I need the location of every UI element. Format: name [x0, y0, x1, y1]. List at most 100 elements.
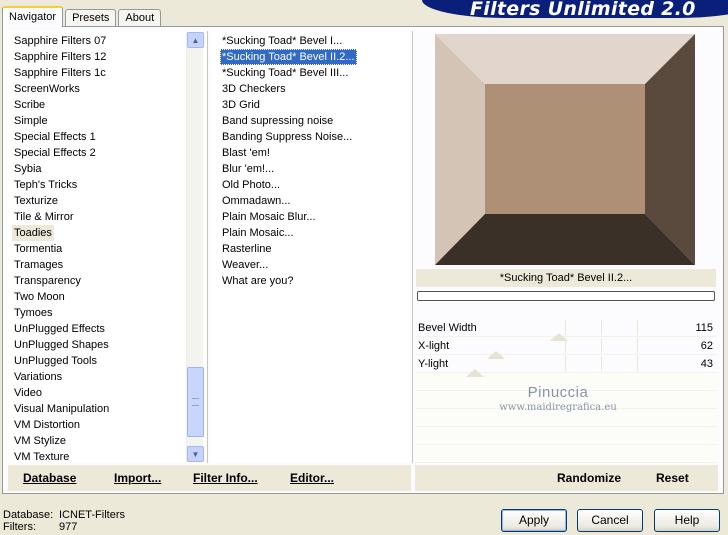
filter-info-button[interactable]: Filter Info... [193, 471, 258, 485]
param-row[interactable]: Bevel Width 115 [415, 319, 717, 341]
category-item[interactable]: Sybia [12, 161, 44, 177]
randomize-button[interactable]: Randomize [557, 471, 621, 485]
param-value: 62 [700, 340, 713, 352]
brand-title: Filters Unlimited 2.0 [470, 0, 696, 20]
slider-gridline [637, 320, 638, 335]
tab-navigator[interactable]: Navigator [2, 6, 64, 27]
watermark-title: Pinuccia [527, 384, 589, 401]
category-item[interactable]: Toadies [12, 225, 54, 241]
preview-face [485, 84, 645, 214]
filter-item[interactable]: Band supressing noise [220, 113, 335, 129]
slider-gridline [565, 338, 566, 353]
category-item[interactable]: Transparency [12, 273, 83, 289]
category-item[interactable]: UnPlugged Shapes [12, 337, 111, 353]
filter-item[interactable]: Blast 'em! [220, 145, 272, 161]
status-filters: Filters: 977 [3, 521, 77, 533]
chevron-down-icon: ▼ [191, 449, 200, 459]
filter-item[interactable]: *Sucking Toad* Bevel III... [220, 65, 350, 81]
param-value: 115 [695, 322, 713, 334]
category-scrollbar[interactable]: ▲ ▼ [186, 32, 204, 462]
empty-param-row [415, 445, 717, 463]
scroll-up-button[interactable]: ▲ [187, 32, 204, 48]
database-button[interactable]: Database [23, 471, 76, 485]
category-item[interactable]: VM Distortion [12, 417, 82, 433]
help-button[interactable]: Help [654, 509, 720, 532]
filter-item[interactable]: 3D Checkers [220, 81, 288, 97]
filter-item[interactable]: Blur 'em!... [220, 161, 276, 177]
filter-item[interactable]: Ommadawn... [220, 193, 292, 209]
watermark: Pinuccia www.maidiregrafica.eu [478, 384, 638, 413]
filter-item[interactable]: What are you? [220, 273, 296, 289]
category-item[interactable]: Video [12, 385, 44, 401]
filter-item[interactable]: *Sucking Toad* Bevel II.2... [220, 49, 357, 65]
slider-gridline [637, 356, 638, 371]
category-item[interactable]: Tymoes [12, 305, 55, 321]
status-database-value: ICNET-Filters [59, 509, 125, 521]
preview-filter-name: *Sucking Toad* Bevel II.2... [416, 269, 716, 287]
category-item[interactable]: VM Stylize [12, 433, 68, 449]
filter-item[interactable]: Rasterline [220, 241, 274, 257]
scroll-thumb[interactable] [187, 367, 204, 437]
filter-item[interactable]: Plain Mosaic Blur... [220, 209, 318, 225]
import-button[interactable]: Import... [114, 471, 161, 485]
status-filters-label: Filters: [3, 521, 36, 533]
category-item[interactable]: Sapphire Filters 12 [12, 49, 108, 65]
filter-item[interactable]: Plain Mosaic... [220, 225, 296, 241]
category-item[interactable]: Scribe [12, 97, 47, 113]
slider-gridline [601, 320, 602, 335]
tab-presets[interactable]: Presets [65, 9, 117, 27]
filter-item[interactable]: Weaver... [220, 257, 270, 273]
slider-gridline [601, 356, 602, 371]
tab-about[interactable]: About [118, 9, 162, 27]
divider [207, 31, 208, 463]
right-button-bar: Randomize Reset [415, 465, 718, 491]
category-item[interactable]: Visual Manipulation [12, 401, 111, 417]
reset-button[interactable]: Reset [656, 471, 689, 485]
slider-gridline [565, 356, 566, 371]
category-item[interactable]: Texturize [12, 193, 60, 209]
status-database: Database: ICNET-Filters [3, 509, 125, 521]
param-row[interactable]: X-light 62 [415, 337, 717, 359]
slider-gridline [601, 338, 602, 353]
editor-button[interactable]: Editor... [290, 471, 334, 485]
apply-button[interactable]: Apply [501, 509, 567, 532]
filter-item[interactable]: Banding Suppress Noise... [220, 129, 354, 145]
category-item[interactable]: ScreenWorks [12, 81, 82, 97]
watermark-url: www.maidiregrafica.eu [499, 402, 617, 413]
progress-bar [417, 291, 715, 301]
param-row[interactable]: Y-light 43 [415, 355, 717, 377]
category-item[interactable]: Sapphire Filters 1c [12, 65, 108, 81]
filter-item[interactable]: *Sucking Toad* Bevel I... [220, 33, 344, 49]
category-item[interactable]: Tramages [12, 257, 65, 273]
cancel-button[interactable]: Cancel [577, 509, 643, 532]
chevron-up-icon: ▲ [191, 35, 200, 45]
param-label: Bevel Width [418, 322, 477, 334]
category-item[interactable]: Special Effects 1 [12, 129, 98, 145]
category-item[interactable]: Sapphire Filters 07 [12, 33, 108, 49]
param-label: Y-light [418, 358, 449, 370]
category-item[interactable]: UnPlugged Effects [12, 321, 107, 337]
param-label: X-light [418, 340, 450, 352]
slider-gridline [637, 338, 638, 353]
category-item[interactable]: Tormentia [12, 241, 64, 257]
filter-list[interactable]: *Sucking Toad* Bevel I... *Sucking Toad* … [210, 31, 410, 463]
category-item[interactable]: Special Effects 2 [12, 145, 98, 161]
category-item[interactable]: Variations [12, 369, 64, 385]
category-item[interactable]: Teph's Tricks [12, 177, 79, 193]
param-value: 43 [700, 358, 713, 370]
category-item[interactable]: Tile & Mirror [12, 209, 75, 225]
status-filters-value: 977 [59, 521, 78, 533]
left-button-bar: Database Import... Filter Info... Editor… [8, 465, 411, 491]
tab-bar: Navigator Presets About [2, 6, 163, 27]
filter-item[interactable]: Old Photo... [220, 177, 282, 193]
grip-icon [192, 398, 199, 406]
category-item[interactable]: Two Moon [12, 289, 67, 305]
filter-item[interactable]: 3D Grid [220, 97, 262, 113]
scroll-down-button[interactable]: ▼ [187, 446, 204, 462]
category-item[interactable]: Simple [12, 113, 50, 129]
filter-preview [435, 34, 695, 265]
category-item[interactable]: VM Texture [12, 449, 71, 463]
category-item[interactable]: UnPlugged Tools [12, 353, 99, 369]
category-list[interactable]: Sapphire Filters 07 Sapphire Filters 12 Sa… [8, 31, 205, 463]
slider-handle[interactable] [466, 369, 484, 377]
